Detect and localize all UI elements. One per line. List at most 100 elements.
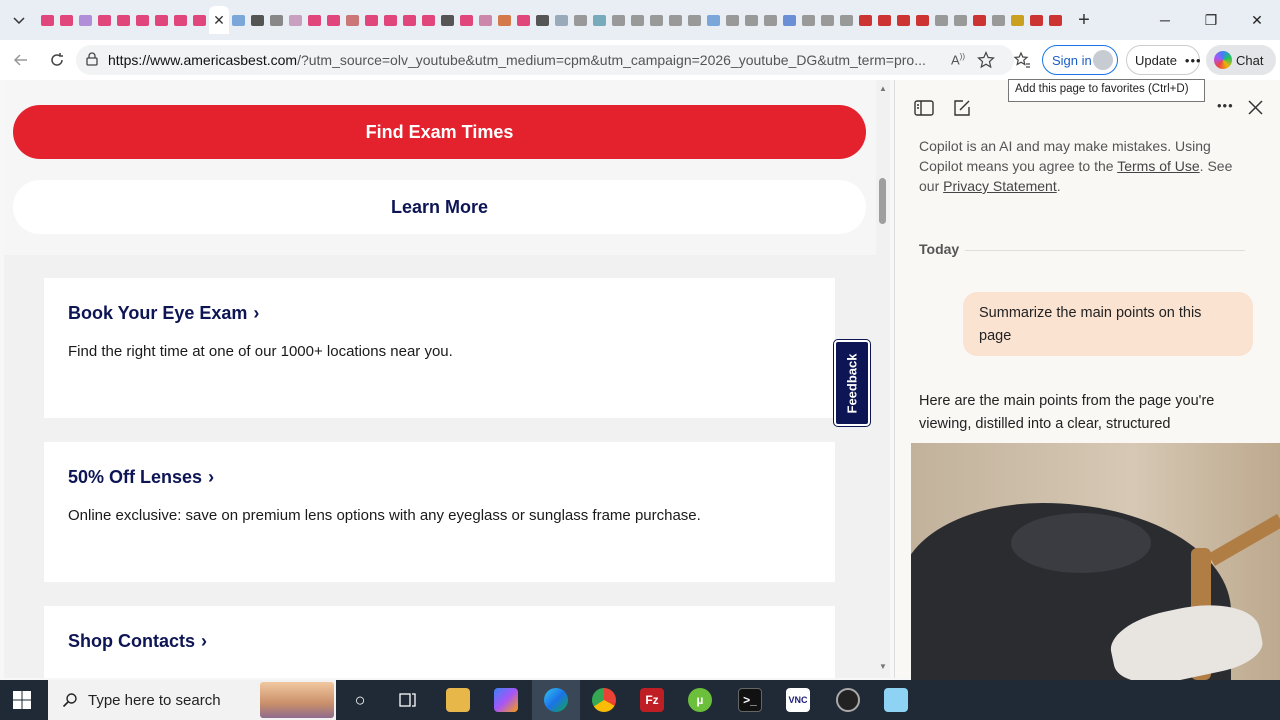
tab-favicon[interactable] (326, 13, 341, 28)
tab-favicon[interactable] (40, 13, 55, 28)
tab-favicon[interactable] (630, 13, 645, 28)
tab-favicon[interactable] (59, 13, 74, 28)
task-view-icon[interactable] (396, 688, 420, 712)
tab-favicon[interactable] (154, 13, 169, 28)
update-button[interactable]: Update ••• (1126, 45, 1201, 75)
tab-favicon[interactable] (706, 13, 721, 28)
card-lenses-offer[interactable]: 50% Off Lenses › Online exclusive: save o… (44, 442, 835, 582)
taskbar-search[interactable]: Type here to search (48, 680, 336, 720)
active-tab-close-button[interactable]: ✕ (209, 6, 229, 34)
tab-favicon[interactable] (250, 13, 265, 28)
find-exam-times-button[interactable]: Find Exam Times (13, 105, 866, 159)
feedback-tab[interactable]: Feedback (833, 339, 871, 427)
tab-favicon[interactable] (953, 13, 968, 28)
tab-favicon[interactable] (97, 13, 112, 28)
tab-favicon[interactable] (421, 13, 436, 28)
utorrent-icon[interactable]: µ (688, 688, 712, 712)
tab-favicon[interactable] (1010, 13, 1025, 28)
tab-favicon[interactable] (687, 13, 702, 28)
tab-favicon[interactable] (915, 13, 930, 28)
tab-favicon[interactable] (459, 13, 474, 28)
tab-favicon[interactable] (554, 13, 569, 28)
card-book-eye-exam[interactable]: Book Your Eye Exam › Find the right time … (44, 278, 835, 418)
tab-favicon[interactable] (649, 13, 664, 28)
tab-favicon[interactable] (135, 13, 150, 28)
tab-favicon[interactable] (801, 13, 816, 28)
obs-icon[interactable] (836, 688, 860, 712)
terminal-icon[interactable]: >_ (738, 688, 762, 712)
tab-favicon[interactable] (535, 13, 550, 28)
tab-favicon[interactable] (288, 13, 303, 28)
tab-favicon[interactable] (592, 13, 607, 28)
tab-favicon[interactable] (991, 13, 1006, 28)
tab-favicon[interactable] (858, 13, 873, 28)
tab-favicon[interactable] (497, 13, 512, 28)
tab-favicon[interactable] (1048, 13, 1063, 28)
scroll-down-icon[interactable]: ▼ (878, 662, 888, 671)
tab-favicon[interactable] (307, 13, 322, 28)
favorites-button[interactable] (1009, 48, 1035, 72)
vnc-viewer-icon[interactable]: VNC (786, 688, 810, 712)
tab-favicon[interactable] (231, 13, 246, 28)
card-title-link[interactable]: 50% Off Lenses › (68, 467, 214, 488)
read-aloud-button[interactable]: A)) (945, 48, 971, 72)
tab-favicon[interactable] (192, 13, 207, 28)
close-window-button[interactable]: ✕ (1234, 0, 1280, 40)
tab-favicon[interactable] (345, 13, 360, 28)
tab-favicon[interactable] (725, 13, 740, 28)
tab-favicon[interactable] (896, 13, 911, 28)
tab-favicon[interactable] (364, 13, 379, 28)
lock-icon[interactable] (84, 51, 100, 67)
tab-favicon[interactable] (1067, 13, 1068, 28)
page-scrollbar[interactable]: ▲ ▼ (876, 80, 890, 678)
refresh-button[interactable] (44, 48, 70, 72)
minimize-button[interactable]: ─ (1142, 0, 1188, 40)
learn-more-button[interactable]: Learn More (13, 180, 866, 234)
tab-favicon[interactable] (402, 13, 417, 28)
close-icon[interactable] (1245, 98, 1267, 118)
tab-favicon[interactable] (269, 13, 284, 28)
tab-favicon[interactable] (839, 13, 854, 28)
tab-favicon[interactable] (78, 13, 93, 28)
tab-favicon[interactable] (763, 13, 778, 28)
maximize-button[interactable]: ❐ (1188, 0, 1234, 40)
tab-favicon[interactable] (478, 13, 493, 28)
new-chat-icon[interactable] (951, 98, 973, 118)
tab-favicon[interactable] (877, 13, 892, 28)
sidebar-toggle-icon[interactable] (913, 98, 935, 118)
scroll-thumb[interactable] (879, 178, 886, 224)
edge-browser-icon[interactable] (544, 688, 568, 712)
tab-favicon[interactable] (820, 13, 835, 28)
url-text[interactable]: https://www.americasbest.com/?utm_source… (108, 52, 938, 68)
privacy-statement-link[interactable]: Privacy Statement (943, 178, 1057, 194)
tab-favicon[interactable] (611, 13, 626, 28)
more-options-icon[interactable]: ••• (1217, 98, 1239, 118)
sign-in-button[interactable]: Sign in (1042, 45, 1118, 75)
tab-favicon[interactable] (668, 13, 683, 28)
tab-favicon[interactable] (972, 13, 987, 28)
tab-favicon[interactable] (1029, 13, 1044, 28)
file-explorer-icon[interactable] (446, 688, 470, 712)
tab-favicon[interactable] (383, 13, 398, 28)
cortana-icon[interactable]: ○ (348, 688, 372, 712)
tab-favicon[interactable] (744, 13, 759, 28)
favorite-star-button[interactable] (973, 48, 999, 72)
tab-actions-menu[interactable] (0, 0, 38, 40)
copilot-chat-button[interactable]: Chat (1206, 45, 1276, 75)
tab-favicon[interactable] (516, 13, 531, 28)
app-icon[interactable] (884, 688, 908, 712)
windows-start-icon[interactable] (12, 690, 32, 710)
terms-of-use-link[interactable]: Terms of Use (1117, 158, 1199, 174)
tab-favicon[interactable] (173, 13, 188, 28)
card-title-link[interactable]: Book Your Eye Exam › (68, 303, 259, 324)
tab-favicon[interactable] (934, 13, 949, 28)
new-tab-button[interactable]: + (1072, 8, 1096, 32)
copilot-app-icon[interactable] (494, 688, 518, 712)
scroll-up-icon[interactable]: ▲ (878, 84, 888, 93)
back-button[interactable] (8, 48, 34, 72)
card-title-link[interactable]: Shop Contacts › (68, 631, 207, 652)
filezilla-icon[interactable]: Fz (640, 688, 664, 712)
card-shop-contacts[interactable]: Shop Contacts › (44, 606, 835, 678)
tab-favicon[interactable] (573, 13, 588, 28)
chrome-icon[interactable] (592, 688, 616, 712)
